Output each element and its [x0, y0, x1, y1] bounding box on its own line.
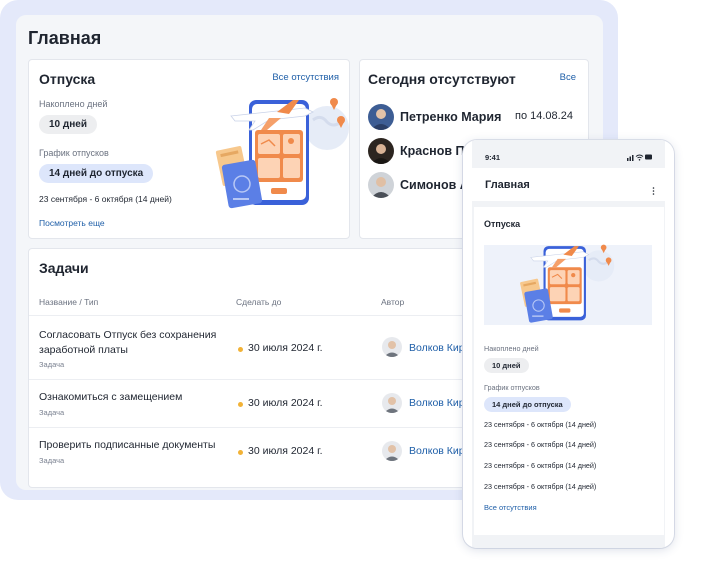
due-dot-icon	[238, 450, 243, 455]
accrued-badge: 10 дней	[39, 115, 97, 134]
person-name: Петренко Мария	[400, 110, 502, 124]
avatar	[368, 138, 394, 164]
phone-accrued-label: Накоплено дней	[484, 344, 539, 353]
task-title: Проверить подписанные документы	[39, 439, 216, 451]
status-time: 9:41	[485, 153, 501, 162]
phone-all-absences-link[interactable]: Все отсутствия	[484, 503, 537, 512]
phone-vacations-card: Отпуска Накоплено дней 10 дней График от…	[474, 207, 664, 535]
avatar	[368, 172, 394, 198]
task-due: 30 июля 2024 г.	[248, 445, 323, 457]
phone-accrued-badge: 10 дней	[484, 358, 529, 373]
phone-header: Главная	[472, 168, 665, 201]
phone-vacation-period: 23 сентября - 6 октября (14 дней)	[484, 482, 597, 491]
see-more-link[interactable]: Посмотреть еще	[39, 218, 105, 228]
task-title: Ознакомиться с замещением	[39, 391, 183, 403]
phone-vacation-period: 23 сентября - 6 октября (14 дней)	[484, 461, 597, 470]
task-type: Задача	[39, 360, 65, 369]
column-header-author: Автор	[381, 297, 405, 307]
due-dot-icon	[238, 347, 243, 352]
avatar	[368, 104, 394, 130]
author-avatar	[382, 441, 402, 461]
task-type: Задача	[39, 408, 65, 417]
vacation-period: 23 сентября - 6 октября (14 дней)	[39, 194, 172, 204]
author-avatar	[382, 337, 402, 357]
schedule-label: График отпусков	[39, 148, 109, 158]
column-header-due: Сделать до	[236, 297, 282, 307]
travel-illustration	[518, 243, 616, 325]
vacations-card: Отпуска Все отсутствия Накоплено дней 10…	[28, 59, 351, 239]
status-icons	[627, 154, 652, 161]
days-until-badge: 14 дней до отпуска	[39, 164, 154, 183]
more-menu-icon[interactable]	[652, 182, 655, 195]
travel-illustration	[214, 96, 351, 211]
column-header-title: Название / Тип	[39, 297, 99, 307]
all-absent-link[interactable]: Все	[560, 72, 576, 83]
today-absent-title: Сегодня отсутствуют	[368, 71, 516, 87]
mobile-phone: 9:41 Главная Отпуска Накоплено дней 10 д…	[463, 140, 674, 548]
phone-vacation-period: 23 сентября - 6 октября (14 дней)	[484, 420, 597, 429]
author-avatar	[382, 393, 402, 413]
task-title: Согласовать Отпуск без сохранения зарабо…	[39, 329, 217, 356]
phone-schedule-label: График отпусков	[484, 383, 540, 392]
phone-vacations-title: Отпуска	[484, 219, 521, 229]
accrued-label: Накоплено дней	[39, 99, 108, 109]
tasks-title: Задачи	[39, 260, 89, 276]
task-due: 30 июля 2024 г.	[248, 342, 323, 354]
absent-until: по 14.08.24	[515, 110, 573, 122]
phone-vacation-period: 23 сентября - 6 октября (14 дней)	[484, 440, 597, 449]
vacations-title: Отпуска	[39, 71, 96, 87]
task-due: 30 июля 2024 г.	[248, 397, 323, 409]
all-absences-link[interactable]: Все отсутствия	[272, 72, 339, 83]
phone-page-title: Главная	[485, 179, 530, 191]
phone-days-until-badge: 14 дней до отпуска	[484, 397, 571, 412]
due-dot-icon	[238, 402, 243, 407]
page-title: Главная	[28, 28, 102, 48]
task-type: Задача	[39, 456, 65, 465]
